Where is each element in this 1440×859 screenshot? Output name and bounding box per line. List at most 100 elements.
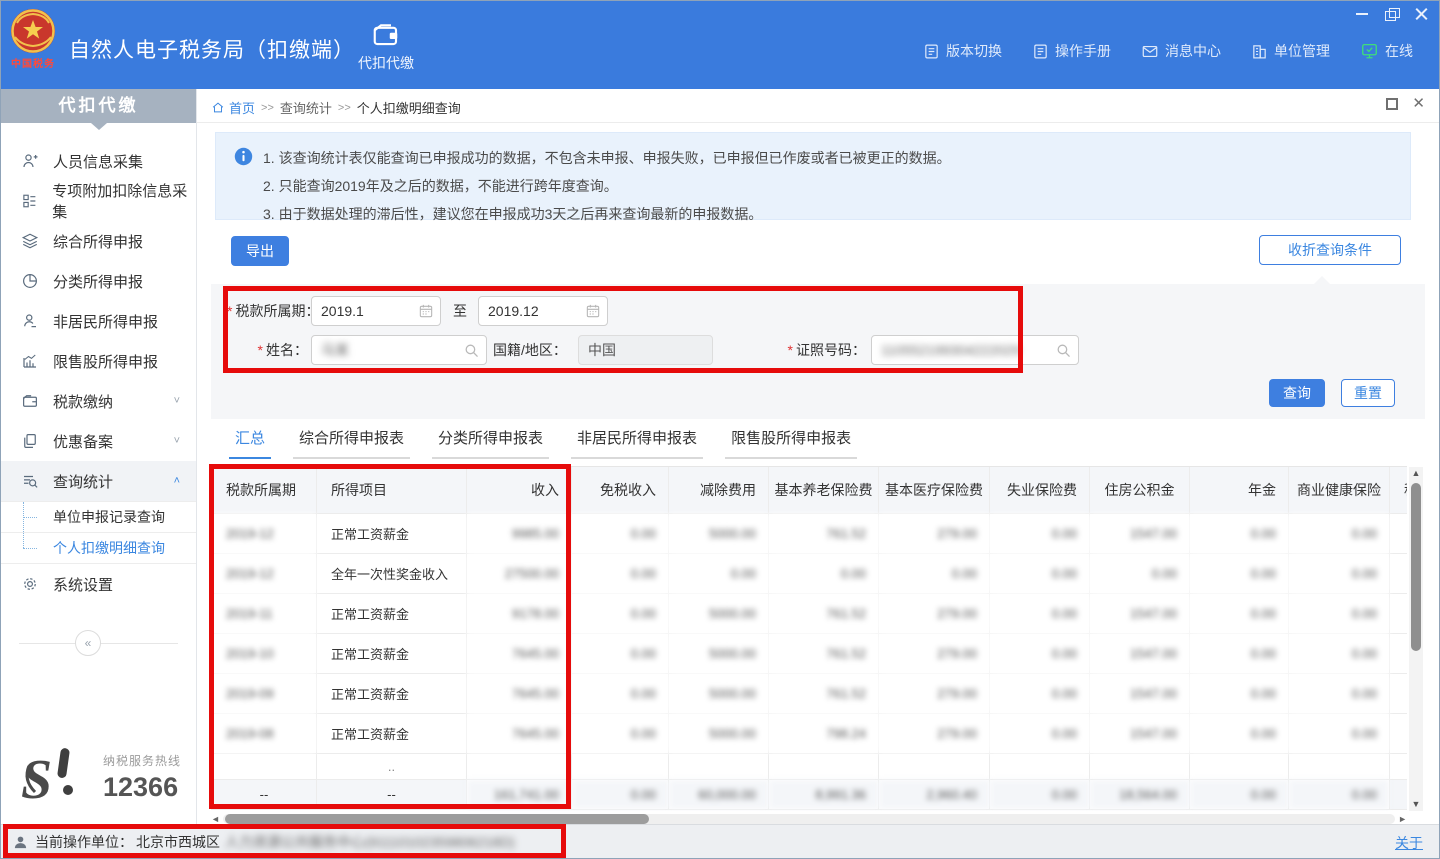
table-cell: 761.52: [769, 633, 879, 673]
table-cell: 0.00: [572, 513, 669, 553]
envelope-icon: [1141, 43, 1159, 60]
tab-withholding-module[interactable]: 代扣代缴: [349, 19, 423, 73]
sidebar-item-personnel-info[interactable]: 人员信息采集: [1, 141, 196, 181]
nav-label: 操作手册: [1055, 41, 1111, 61]
export-button[interactable]: 导出: [231, 236, 289, 266]
id-number-input[interactable]: 110552199304222029: [871, 335, 1079, 365]
table-cell: 全年一次性奖金收入: [317, 553, 467, 593]
vertical-scrollbar: ▲ ▼: [1409, 467, 1423, 811]
about-link[interactable]: 关于: [1395, 833, 1423, 853]
table-row[interactable]: 2019-10正常工资薪金7645.000.005000.00761.52279…: [212, 633, 1408, 673]
sidebar-item-preferential-filing[interactable]: 优惠备案 ˅: [1, 421, 196, 461]
table-cell: 0.00: [1289, 633, 1390, 673]
online-status[interactable]: 在线: [1360, 41, 1413, 61]
sidebar-item-tax-payment[interactable]: 税款缴纳 ˅: [1, 381, 196, 421]
col-header-commercial-health: 商业健康保险: [1289, 467, 1390, 513]
table-summary-cell: 18,564.00: [1090, 779, 1190, 809]
result-tabs: 汇总 综合所得申报表 分类所得申报表 非居民所得申报表 限售股所得申报表: [229, 427, 857, 459]
list-grid-icon: [21, 192, 38, 210]
sidebar-subitem-personal-withholding-query[interactable]: 个人扣缴明细查询: [1, 533, 196, 564]
sidebar-item-comprehensive-income[interactable]: 综合所得申报: [1, 221, 196, 261]
period-to-input[interactable]: 2019.12: [478, 296, 608, 326]
table-cell: [669, 753, 769, 779]
table-cell: 9178.00: [467, 593, 572, 633]
sidebar-item-restricted-shares[interactable]: 限售股所得申报: [1, 341, 196, 381]
nav-unit-management[interactable]: 单位管理: [1251, 41, 1330, 61]
copy-pages-icon: [21, 432, 39, 450]
table-row[interactable]: 2019-11正常工资薪金9178.000.005000.00761.52279…: [212, 593, 1408, 633]
table-cell: 0.00: [572, 713, 669, 753]
sidebar-item-special-deduction[interactable]: 专项附加扣除信息采集: [1, 181, 196, 221]
panel-controls: ✕: [1386, 98, 1425, 110]
document-icon: [923, 43, 940, 60]
sidebar-item-nonresident-income[interactable]: 非居民所得申报: [1, 301, 196, 341]
breadcrumb-separator: >>: [338, 102, 351, 114]
calendar-icon[interactable]: [585, 303, 601, 319]
breadcrumb-home[interactable]: 首页: [211, 98, 255, 117]
app-window: 中国税务 自然人电子税务局（扣缴端） 代扣代缴 版本切换: [0, 0, 1440, 859]
tab-nonresident-income[interactable]: 非居民所得申报表: [571, 427, 703, 459]
sidebar-item-label: 税款缴纳: [53, 391, 113, 412]
table-cell: 0.00: [990, 513, 1090, 553]
search-icon[interactable]: [1055, 342, 1072, 359]
nav-version-switch[interactable]: 版本切换: [923, 41, 1002, 61]
panel-close-icon[interactable]: ✕: [1412, 98, 1425, 110]
collapse-query-conditions-button[interactable]: 收折查询条件: [1259, 235, 1401, 265]
name-input[interactable]: 马某: [311, 335, 487, 365]
table-row[interactable]: 2019-09正常工资薪金7645.000.005000.00761.52279…: [212, 673, 1408, 713]
table-row[interactable]: 2019-12正常工资薪金9985.000.005000.00761.52279…: [212, 513, 1408, 553]
nav-manual[interactable]: 操作手册: [1032, 41, 1111, 61]
minimize-icon[interactable]: [1355, 7, 1369, 21]
table-cell: 0.00: [990, 673, 1090, 713]
layers-icon: [21, 232, 39, 250]
table-cell: 正常工资薪金: [317, 673, 467, 713]
table-cell: 1547.00: [1090, 713, 1190, 753]
scroll-up-arrow[interactable]: ▲: [1409, 467, 1423, 480]
tab-classified-income[interactable]: 分类所得申报表: [432, 427, 549, 459]
panel-maximize-icon[interactable]: [1386, 98, 1398, 110]
sidebar-collapse-button[interactable]: «: [75, 630, 101, 656]
table-row[interactable]: 2019-12全年一次性奖金收入27500.000.000.000.000.00…: [212, 553, 1408, 593]
chevron-down-icon: ˅: [174, 435, 180, 447]
vertical-scroll-thumb[interactable]: [1411, 483, 1421, 651]
sidebar-item-query-statistics[interactable]: 查询统计 ˄: [1, 461, 196, 501]
search-icon[interactable]: [463, 342, 480, 359]
breadcrumb-level1[interactable]: 查询统计: [280, 98, 332, 117]
breadcrumb-bar: 首页 >> 查询统计 >> 个人扣缴明细查询 ✕: [197, 89, 1439, 123]
tab-restricted-shares[interactable]: 限售股所得申报表: [725, 427, 857, 459]
scroll-down-arrow[interactable]: ▼: [1409, 798, 1423, 811]
table-cell: 0.00: [1190, 673, 1289, 713]
name-label: *姓名：: [211, 335, 308, 365]
hotline-number: 12366: [103, 772, 181, 803]
table-cell: 7645.00: [467, 673, 572, 713]
table-cell: [769, 753, 879, 779]
sidebar-item-system-settings[interactable]: 系统设置: [1, 564, 196, 604]
horizontal-scroll-thumb[interactable]: [225, 814, 649, 824]
nav-label: 消息中心: [1165, 41, 1221, 61]
calendar-icon[interactable]: [418, 303, 434, 319]
table-cell: 1547.00: [1090, 513, 1190, 553]
id-number-value: 110552199304222029: [881, 342, 1020, 358]
nav-message-center[interactable]: 消息中心: [1141, 41, 1221, 61]
gear-icon: [21, 575, 39, 593]
sidebar-menu: 人员信息采集 专项附加扣除信息采集 综合所得申报: [1, 141, 196, 656]
tab-summary[interactable]: 汇总: [229, 427, 271, 459]
table-cell: 0.00: [769, 553, 879, 593]
nationality-input: 中国: [578, 335, 713, 365]
manual-icon: [1032, 43, 1049, 60]
reset-button[interactable]: 重置: [1341, 379, 1395, 407]
col-header-deduction: 减除费用: [669, 467, 769, 513]
close-icon[interactable]: [1415, 7, 1429, 21]
table-cell: [1190, 753, 1289, 779]
online-label: 在线: [1385, 41, 1413, 61]
restore-icon[interactable]: [1385, 7, 1399, 21]
table-row[interactable]: 2019-08正常工资薪金7645.000.005000.00798.24279…: [212, 713, 1408, 753]
sidebar-subitem-unit-declaration-query[interactable]: 单位申报记录查询: [1, 502, 196, 533]
query-conditions-panel: *税款所属期： 2019.1 至 2019.12 *姓名：: [211, 284, 1425, 419]
period-from-input[interactable]: 2019.1: [311, 296, 441, 326]
tab-comprehensive-income[interactable]: 综合所得申报表: [293, 427, 410, 459]
sidebar-item-classified-income[interactable]: 分类所得申报: [1, 261, 196, 301]
sidebar-item-label: 系统设置: [53, 574, 113, 595]
table-cell: 0.00: [1289, 713, 1390, 753]
query-button[interactable]: 查询: [1269, 379, 1325, 407]
